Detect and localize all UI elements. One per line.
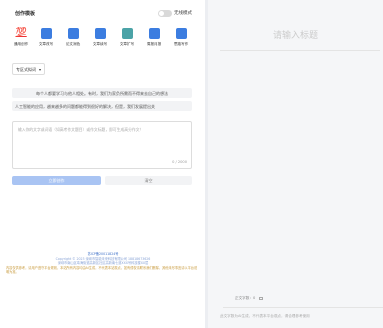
tool-continue[interactable]: 文章续写 xyxy=(89,28,111,52)
toggle-knob xyxy=(159,11,164,16)
char-counter: 0 / 2000 xyxy=(172,160,187,164)
bottom-note: 此文字数为AI生成，不代表本平台观点，请合理参考使用 xyxy=(220,314,310,318)
tool-label: 文章续写 xyxy=(92,42,108,46)
title-input[interactable]: 请输入标题 xyxy=(208,28,383,41)
divider-line xyxy=(223,307,383,308)
generate-button[interactable]: 立即创作 xyxy=(12,176,101,185)
tool-label: 文章扩写 xyxy=(119,42,135,46)
tool-label: 通用创作 xyxy=(13,42,29,46)
user-doc-icon xyxy=(67,28,79,39)
tool-label: 文章改写 xyxy=(38,42,54,46)
word-count-label: 正文字数：0 xyxy=(235,296,256,300)
tool-rewrite[interactable]: 文章改写 xyxy=(35,28,57,52)
disclaimer-text: 内容仅供参考，请用户遵守平台规则，本站所有内容均由AI生成，不代表本站观点，如有… xyxy=(6,265,198,275)
chevron-down-icon: ▾ xyxy=(38,67,41,72)
panel-title: 创作模板 xyxy=(15,11,36,17)
editor-panel: 请输入标题 正文字数：0 此文字数为AI生成，不代表本平台观点，请合理参考使用 xyxy=(208,0,383,328)
report-icon xyxy=(148,28,160,39)
word-count: 正文字数：0 xyxy=(235,296,264,301)
wireless-mode-toggle[interactable] xyxy=(158,10,172,17)
suggestion-item[interactable]: 人工智能的应用，越来越多的问题都能得到很好的解决，但是，我们发展提出关 xyxy=(12,101,192,111)
hundred-icon: 💯 xyxy=(15,28,27,38)
mode-select[interactable]: 专区式拟词 ▾ xyxy=(12,63,45,75)
tool-label: 周报月报 xyxy=(146,42,162,46)
copy-icon[interactable] xyxy=(259,296,264,300)
title-underline xyxy=(220,50,380,51)
mode-select-value: 专区式拟词 xyxy=(16,67,36,72)
tool-label: 论文润色 xyxy=(65,42,81,46)
tool-polish[interactable]: 论文润色 xyxy=(62,28,84,52)
tool-general[interactable]: 💯 通用创作 xyxy=(10,28,32,52)
tool-report[interactable]: 周报月报 xyxy=(143,28,165,52)
tool-expand[interactable]: 文章扩写 xyxy=(116,28,138,52)
tool-label: 思路写作 xyxy=(173,42,189,46)
tool-idea[interactable]: 思路写作 xyxy=(170,28,192,52)
footer: 苏ICP备20011824号 Copyright © 2023 深圳市智能未来科… xyxy=(6,252,200,275)
clear-button[interactable]: 清空 xyxy=(105,176,192,185)
expand-doc-icon xyxy=(121,28,133,39)
left-panel: 创作模板 无线模式 💯 通用创作 文章改写 论文润色 文章续写 文章扩写 周报月… xyxy=(0,0,205,328)
template-toolbar: 💯 通用创作 文章改写 论文润色 文章续写 文章扩写 周报月报 思路写作 xyxy=(10,28,200,52)
prompt-textarea[interactable]: 输入你的文字或词语（如高考作文题目）或作文标题，即可生成高分作文！ 0 / 20… xyxy=(12,121,192,169)
edit-doc-icon xyxy=(40,28,52,39)
idea-icon xyxy=(175,28,187,39)
pen-doc-icon xyxy=(94,28,106,39)
prompt-placeholder: 输入你的文字或词语（如高考作文题目）或作文标题，即可生成高分作文！ xyxy=(18,127,144,132)
toggle-label: 无线模式 xyxy=(174,11,192,16)
suggestion-item[interactable]: 每个人都要学习与他人相处。有时，我们为家负所需而不得来去自己的想法 xyxy=(12,88,192,98)
